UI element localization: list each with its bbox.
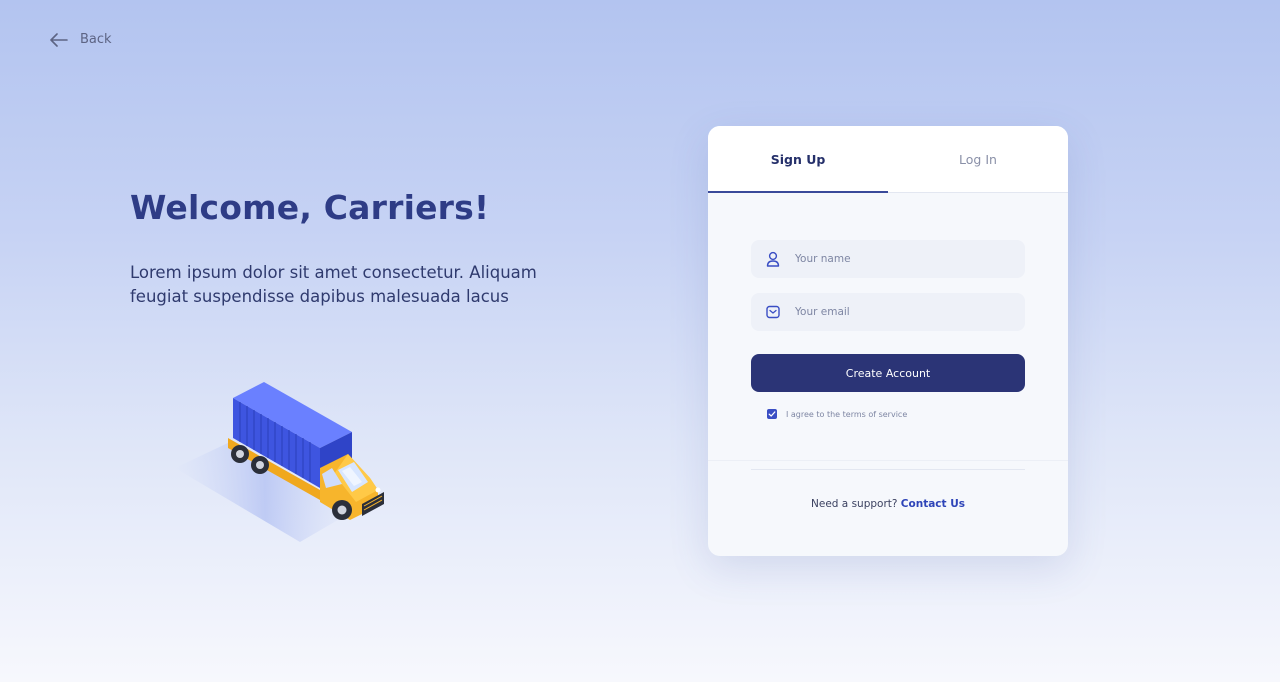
divider xyxy=(751,469,1025,470)
auth-tabs: Sign Up Log In xyxy=(708,126,1068,193)
tab-sign-up[interactable]: Sign Up xyxy=(708,126,888,193)
email-input[interactable] xyxy=(793,305,1017,319)
support-prompt: Need a support? xyxy=(811,498,898,510)
terms-label: I agree to the terms of service xyxy=(786,409,908,419)
support-text: Need a support? Contact Us xyxy=(708,498,1068,510)
mail-icon xyxy=(765,304,781,320)
terms-checkbox[interactable] xyxy=(767,409,777,419)
terms-agreement: I agree to the terms of service xyxy=(767,409,907,419)
page-title: Welcome, Carriers! xyxy=(130,188,490,227)
create-account-button[interactable]: Create Account xyxy=(751,354,1025,392)
arrow-left-icon xyxy=(50,32,68,47)
name-input[interactable] xyxy=(793,252,1017,266)
back-label: Back xyxy=(80,32,112,47)
tab-log-in[interactable]: Log In xyxy=(888,126,1068,192)
divider xyxy=(708,460,1068,461)
hero-subtitle: Lorem ipsum dolor sit amet consectetur. … xyxy=(130,263,537,306)
contact-us-link[interactable]: Contact Us xyxy=(901,498,965,510)
check-icon xyxy=(768,411,776,417)
name-field xyxy=(751,240,1025,278)
back-link[interactable]: Back xyxy=(50,32,112,47)
user-icon xyxy=(765,251,781,267)
truck-illustration xyxy=(175,382,384,542)
email-field xyxy=(751,293,1025,331)
auth-card: Sign Up Log In Create Account I agree to xyxy=(708,126,1068,556)
